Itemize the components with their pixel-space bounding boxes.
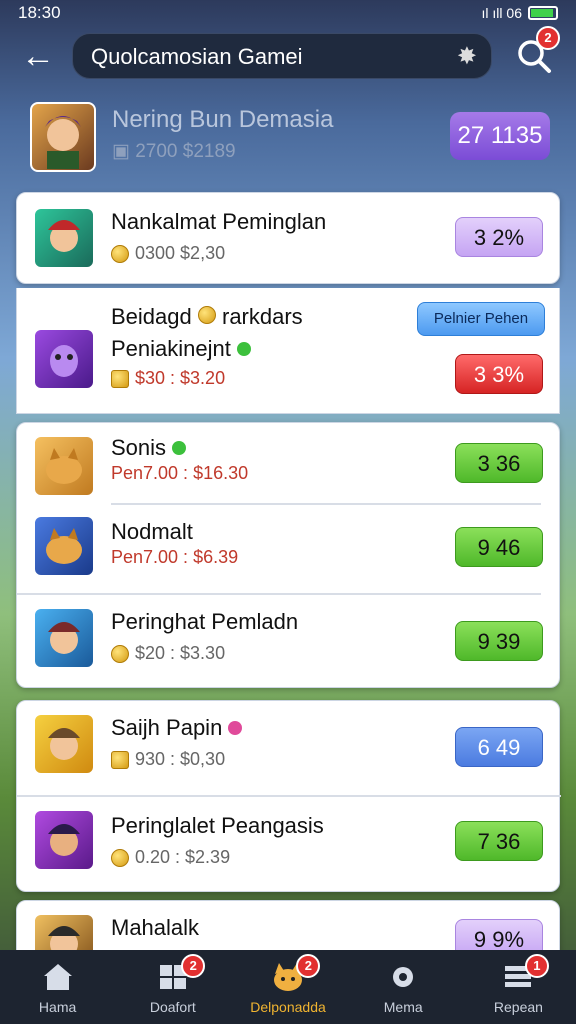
hero-avatar [30,102,96,172]
item-price: Pen7.00 : $6.39 [111,547,239,567]
list-item[interactable]: Beidagd rarkdars Peniakinejnt $30 : $3.2… [17,288,561,414]
item-title-line2: Peniakinejnt [111,336,251,362]
item-title: Peringhat Pemladn [111,609,299,634]
item-avatar [33,713,95,775]
nav-item-active[interactable]: 2 Delponadda [230,950,345,1024]
nav-label: Hama [38,999,77,1015]
status-icons: ıl ıll 06 [482,5,558,21]
item-title: Saijh Papin [111,715,243,741]
item-title: Sonis [111,435,187,461]
green-dot-icon [172,441,187,455]
home-icon [43,964,72,990]
item-price: 0300 $2,30 [111,243,225,264]
item-title: Nodmalt [111,519,193,544]
list-card: Sonis Pen7.00 : $16.30 3 36 Nodmalt Pen7… [16,422,560,688]
score-pill[interactable]: 7 36 [455,821,543,861]
nav-badge: 1 [524,954,549,978]
list-item[interactable]: Saijh Papin 930 : $0,30 6 49 [17,701,561,791]
row-divider [17,593,541,595]
nav-item-dashboard[interactable]: 2 Doafort [115,950,230,1024]
hero-name: Nering Bun Demasia [112,106,334,133]
row-divider [17,795,561,797]
hero-price: ▣ 2700 $2189 [112,141,236,162]
item-price: 930 : $0,30 [111,749,225,770]
back-arrow-icon[interactable]: ← [18,36,58,76]
item-title: Peringlalet Peangasis [111,813,324,838]
item-price: $20 : $3.30 [111,643,225,664]
gear-icon [393,967,414,987]
dice-icon [111,369,129,388]
score-pill[interactable]: 3 3% [455,354,543,394]
coin-icon [111,848,129,867]
coin-icon [197,306,216,324]
search-query: Quolcamosian Gamei [91,44,303,69]
score-pill[interactable]: 9 39 [455,621,543,661]
nav-label: Delponadda [250,999,326,1015]
featured-item[interactable]: Nering Bun Demasia ▣ 2700 $2189 27 1135 [30,100,560,176]
list-item[interactable]: Sonis Pen7.00 : $16.30 3 36 [17,423,561,513]
bottom-nav: Hama 2 Doafort 2 Delponadda Mema 1 Repea… [0,950,576,1024]
green-dot-icon [237,342,251,356]
hero-score-pill[interactable]: 27 1135 [450,112,550,160]
nav-label: Repean [493,999,543,1015]
nav-item-home[interactable]: Hama [0,950,115,1024]
item-list: Nankalmat Peminglan 0300 $2,30 3 2% Beid… [16,192,561,961]
nav-label: Mema [383,999,423,1015]
nav-badge: 2 [181,954,206,978]
list-item[interactable]: Nodmalt Pen7.00 : $6.39 9 46 [17,507,561,597]
score-pill[interactable]: 9 46 [455,527,543,567]
status-bar: 18:30 ıl ıll 06 [0,0,576,26]
item-avatar [33,207,95,269]
list-item[interactable]: Peringlalet Peangasis 0.20 : $2.39 7 36 [17,801,561,891]
item-price: $30 : $3.20 [111,368,225,389]
list-card: Beidagd rarkdars Peniakinejnt $30 : $3.2… [16,288,560,414]
list-card: Nankalmat Peminglan 0300 $2,30 3 2% [16,192,560,284]
item-title: Nankalmat Peminglan [111,209,327,234]
top-bar: ← Quolcamosian Gamei ✸ 2 [0,26,576,88]
coin-icon [111,644,129,663]
item-tag[interactable]: Pelnier Pehen [417,302,545,336]
nav-badge: 2 [296,954,321,978]
dice-icon [111,750,129,769]
item-avatar [33,607,95,669]
score-pill[interactable]: 3 36 [455,443,543,483]
score-pill[interactable]: 6 49 [455,727,543,767]
list-card: Saijh Papin 930 : $0,30 6 49 Peringlalet… [16,700,561,892]
sparkle-icon[interactable]: ✸ [457,42,477,71]
battery-icon [528,6,558,20]
item-price: 0.20 : $2.39 [111,847,230,868]
score-pill[interactable]: 3 2% [455,217,543,257]
status-time: 18:30 [18,3,61,22]
item-avatar [33,515,95,577]
item-avatar [33,328,95,390]
row-divider [111,503,541,505]
nav-item-menu[interactable]: Mema [346,950,461,1024]
nav-item-report[interactable]: 1 Repean [461,950,576,1024]
search-button[interactable]: 2 [514,26,560,76]
item-title: Mahalalk [111,915,200,940]
notification-badge: 2 [536,26,560,50]
nav-label: Doafort [149,999,196,1015]
item-avatar [33,809,95,871]
list-item[interactable]: Peringhat Pemladn $20 : $3.30 9 39 [17,597,561,687]
pink-dot-icon [228,721,243,735]
item-price: Pen7.00 : $16.30 [111,463,249,483]
search-input[interactable]: Quolcamosian Gamei ✸ [72,33,492,79]
list-item[interactable]: Nankalmat Peminglan 0300 $2,30 3 2% [17,193,561,283]
item-avatar [33,435,95,497]
item-title: Beidagd rarkdars [111,304,303,329]
signal-icons: ıl ıll 06 [481,5,522,21]
coin-icon [111,244,129,263]
